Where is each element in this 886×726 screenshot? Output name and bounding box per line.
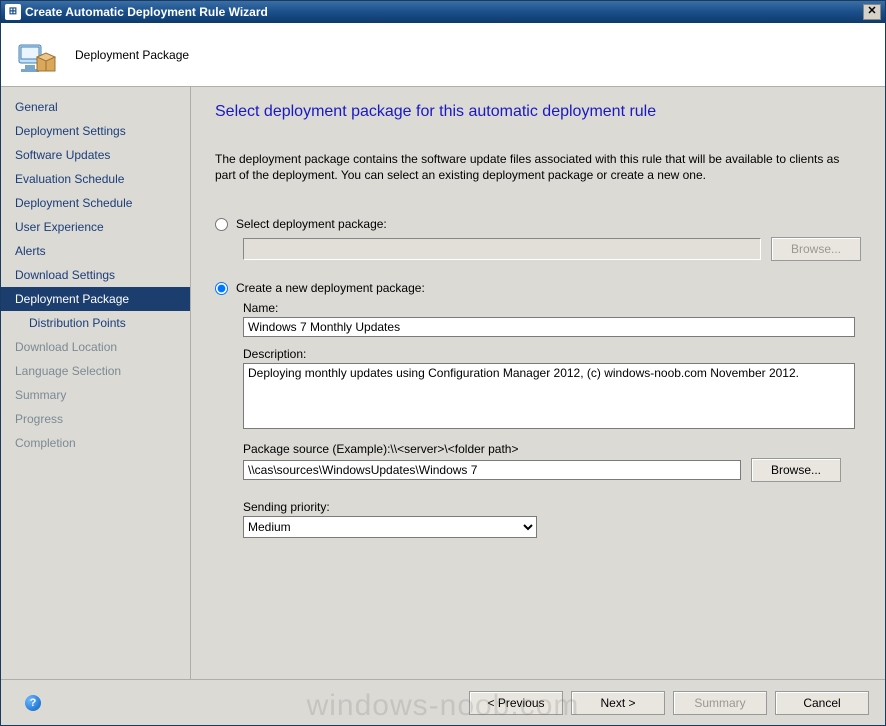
wizard-title-icon: ⊞ — [5, 4, 21, 20]
content-pane: Select deployment package for this autom… — [191, 87, 885, 679]
description-textarea[interactable]: Deploying monthly updates using Configur… — [243, 363, 855, 429]
cancel-button[interactable]: Cancel — [775, 691, 869, 715]
previous-button[interactable]: < Previous — [469, 691, 563, 715]
window-title: Create Automatic Deployment Rule Wizard — [25, 5, 863, 19]
name-field-group: Name: — [243, 301, 861, 337]
sidebar: General Deployment Settings Software Upd… — [1, 87, 191, 679]
step-language-selection: Language Selection — [1, 359, 190, 383]
step-alerts[interactable]: Alerts — [1, 239, 190, 263]
radio-create-package[interactable] — [215, 282, 228, 295]
step-user-experience[interactable]: User Experience — [1, 215, 190, 239]
close-button[interactable]: ✕ — [863, 4, 881, 20]
header-banner: Deployment Package — [1, 23, 885, 87]
name-input[interactable] — [243, 317, 855, 337]
step-deployment-schedule[interactable]: Deployment Schedule — [1, 191, 190, 215]
radio-select-row: Select deployment package: — [215, 217, 861, 231]
priority-label: Sending priority: — [243, 500, 861, 514]
next-button[interactable]: Next > — [571, 691, 665, 715]
browse-existing-button: Browse... — [771, 237, 861, 261]
deployment-package-icon — [13, 31, 61, 79]
source-row: Browse... — [243, 458, 861, 482]
name-label: Name: — [243, 301, 861, 315]
wizard-window: ⊞ Create Automatic Deployment Rule Wizar… — [0, 0, 886, 726]
description-label: Description: — [243, 347, 861, 361]
step-summary: Summary — [1, 383, 190, 407]
intro-text: The deployment package contains the soft… — [215, 151, 861, 183]
priority-select[interactable]: Medium — [243, 516, 537, 538]
description-field-group: Description: Deploying monthly updates u… — [243, 347, 861, 432]
step-progress: Progress — [1, 407, 190, 431]
radio-select-package[interactable] — [215, 218, 228, 231]
radio-create-row: Create a new deployment package: — [215, 281, 861, 295]
browse-source-button[interactable]: Browse... — [751, 458, 841, 482]
step-download-location: Download Location — [1, 335, 190, 359]
priority-field-group: Sending priority: Medium — [243, 500, 861, 538]
step-deployment-package[interactable]: Deployment Package — [1, 287, 190, 311]
step-general[interactable]: General — [1, 95, 190, 119]
page-title: Select deployment package for this autom… — [215, 103, 861, 121]
summary-button: Summary — [673, 691, 767, 715]
step-software-updates[interactable]: Software Updates — [1, 143, 190, 167]
existing-package-combo — [243, 238, 761, 260]
step-evaluation-schedule[interactable]: Evaluation Schedule — [1, 167, 190, 191]
source-label-group: Package source (Example):\\<server>\<fol… — [243, 442, 861, 456]
step-distribution-points[interactable]: Distribution Points — [1, 311, 190, 335]
footer: ? < Previous Next > Summary Cancel — [1, 679, 885, 725]
help-icon[interactable]: ? — [25, 695, 41, 711]
wizard-body: General Deployment Settings Software Upd… — [1, 87, 885, 679]
step-deployment-settings[interactable]: Deployment Settings — [1, 119, 190, 143]
source-label: Package source (Example):\\<server>\<fol… — [243, 442, 861, 456]
titlebar: ⊞ Create Automatic Deployment Rule Wizar… — [1, 1, 885, 23]
step-download-settings[interactable]: Download Settings — [1, 263, 190, 287]
radio-create-label: Create a new deployment package: — [236, 281, 425, 295]
banner-label: Deployment Package — [75, 48, 189, 62]
select-package-row: Browse... — [243, 237, 861, 261]
radio-select-label: Select deployment package: — [236, 217, 387, 231]
source-input[interactable] — [243, 460, 741, 480]
step-completion: Completion — [1, 431, 190, 455]
